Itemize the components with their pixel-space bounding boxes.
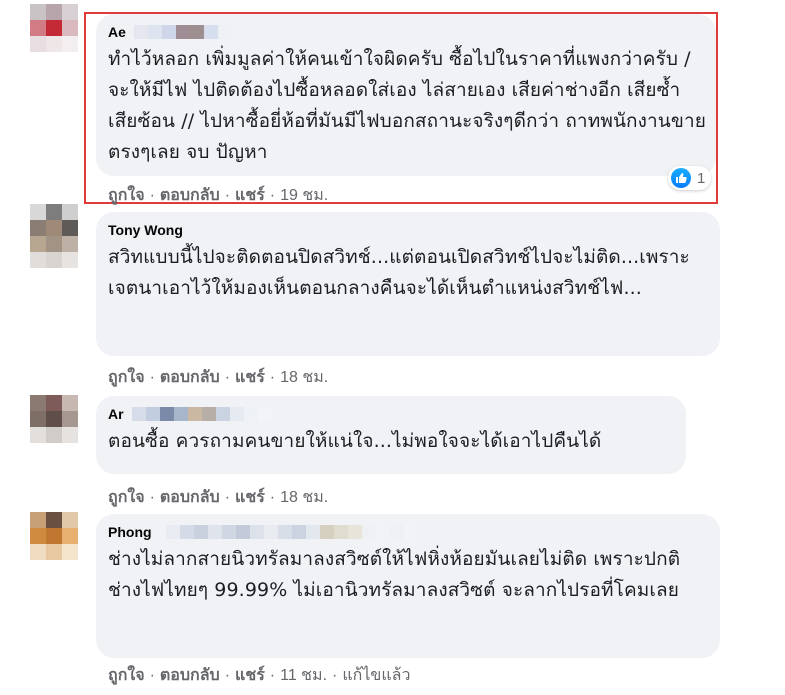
timestamp[interactable]: 18 ชม. [280,369,328,386]
comment-author[interactable]: Ae [108,22,704,42]
like-link[interactable]: ถูกใจ [108,187,145,204]
timestamp[interactable]: 18 ชม. [280,489,328,506]
like-reaction-icon [671,168,691,188]
comment-bubble: Tony Wong สวิทแบบนี้ไปจะติดตอนปิดสวิทช์.… [96,212,720,356]
blurred-name [166,525,418,539]
comment-text: ช่างไม่ลากสายนิวทรัลมาลงสวิซต์ให้ไฟหิ่งห… [108,548,681,601]
comment-actions: ถูกใจ · ตอบกลับ · แชร์ · 18 ชม. [108,489,329,506]
comment-author[interactable]: Ar [108,404,674,424]
comment-bubble: Ae ทำไว้หลอก เพิ่มมูลค่าให้คนเข้าใจผิดคร… [96,14,716,176]
avatar[interactable] [30,4,78,68]
reaction-number: 1 [697,169,706,187]
reply-link[interactable]: ตอบกลับ [160,369,220,386]
comment-bubble: Ar ตอนซื้อ ควรถามคนขายให้แน่ใจ...ไม่พอใจ… [96,396,686,474]
comment-text: ทำไว้หลอก เพิ่มมูลค่าให้คนเข้าใจผิดครับ … [108,48,706,163]
reply-link[interactable]: ตอบกลับ [160,187,220,204]
comment-bubble: Phong ช่างไม่ลากสายนิวทรัลมาลงสวิซต์ให้ไ… [96,514,720,658]
reaction-count[interactable]: 1 [668,166,712,190]
share-link[interactable]: แชร์ [235,187,265,204]
share-link[interactable]: แชร์ [235,667,265,684]
reply-link[interactable]: ตอบกลับ [160,667,220,684]
blurred-name [132,407,272,421]
reply-link[interactable]: ตอบกลับ [160,489,220,506]
comment-text: สวิทแบบนี้ไปจะติดตอนปิดสวิทช์...แต่ตอนเป… [108,246,690,299]
comment-author[interactable]: Tony Wong [108,220,708,240]
avatar[interactable] [30,395,78,459]
edited-label[interactable]: แก้ไขแล้ว [342,667,410,684]
comment-actions: ถูกใจ · ตอบกลับ · แชร์ · 19 ชม. [108,187,329,204]
avatar[interactable] [30,512,78,576]
comment-author[interactable]: Phong [108,522,708,542]
share-link[interactable]: แชร์ [235,369,265,386]
timestamp[interactable]: 11 ชม. [280,667,327,684]
avatar[interactable] [30,204,78,268]
share-link[interactable]: แชร์ [235,489,265,506]
timestamp[interactable]: 19 ชม. [280,187,328,204]
like-link[interactable]: ถูกใจ [108,369,145,386]
like-link[interactable]: ถูกใจ [108,667,145,684]
comment-text: ตอนซื้อ ควรถามคนขายให้แน่ใจ...ไม่พอใจจะไ… [108,430,602,452]
comment-actions: ถูกใจ · ตอบกลับ · แชร์ · 11 ชม. · แก้ไขแล้ว [108,667,411,684]
like-link[interactable]: ถูกใจ [108,489,145,506]
blurred-name [134,25,232,39]
comment-actions: ถูกใจ · ตอบกลับ · แชร์ · 18 ชม. [108,369,329,386]
